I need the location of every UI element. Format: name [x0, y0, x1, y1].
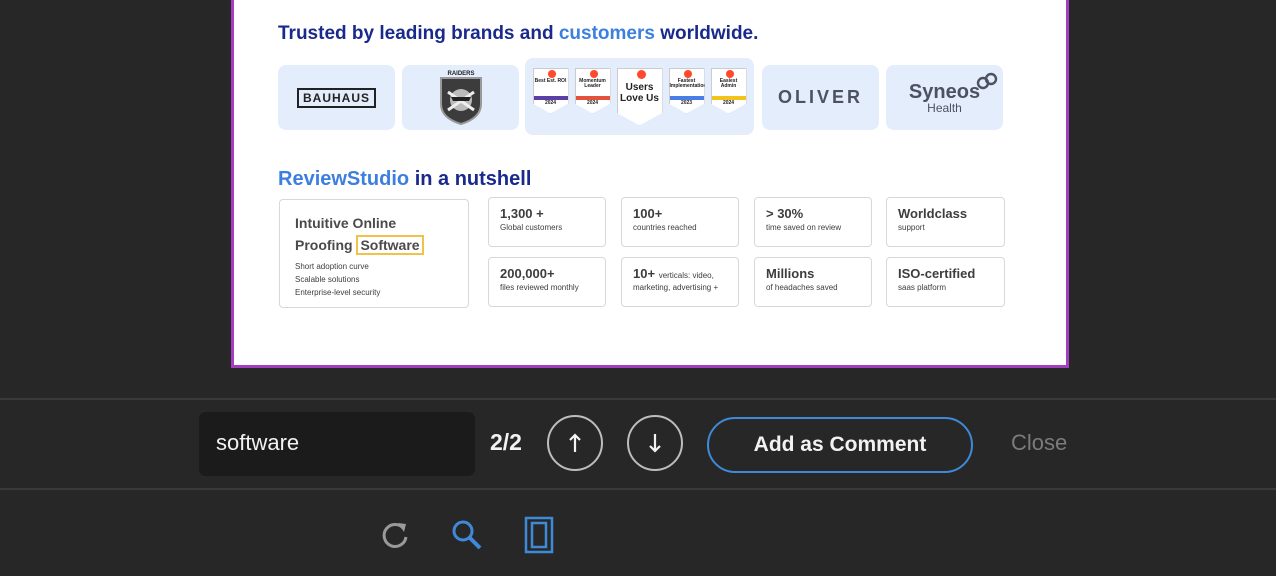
oliver-logo: OLIVER [762, 65, 879, 130]
badge-stripe [575, 95, 610, 100]
trusted-headline: Trusted by leading brands and customers … [278, 23, 759, 44]
page-view-button[interactable] [519, 515, 559, 555]
nutshell-headline: ReviewStudio in a nutshell [278, 168, 532, 190]
stat-card: 100+ countries reached [621, 197, 739, 247]
badge-stripe [533, 95, 568, 100]
g2-icon [636, 69, 646, 79]
badge-year: 2024 [722, 99, 735, 106]
stat-card: 1,300 + Global customers [488, 197, 606, 247]
page-view-icon [524, 516, 554, 554]
search-button[interactable] [447, 515, 487, 555]
findbar-top-divider [0, 398, 1276, 400]
search-input[interactable]: software [199, 412, 475, 476]
svg-text:RAIDERS: RAIDERS [447, 71, 474, 77]
g2-award-badge: Best Est. ROI 2024 [532, 67, 569, 114]
g2-icon [725, 69, 734, 78]
g2-award-badge: Momentum Leader 2024 [574, 67, 611, 114]
arrow-down-icon [649, 434, 661, 453]
g2-award-badge: Easiest Admin 2024 [710, 67, 747, 114]
intro-bullet: Enterprise-level security [295, 288, 381, 297]
g2-award-badge: Fastest Implementation 2023 [668, 67, 707, 114]
refresh-icon [382, 522, 408, 548]
badge-year: 2023 [680, 99, 693, 106]
badge-year: 2024 [586, 99, 599, 106]
g2-badges: Best Est. ROI 2024 Momentum Leader 2024 User… [525, 58, 754, 135]
badge-stripe [711, 95, 746, 100]
badge-label: Best Est. ROI [534, 77, 567, 84]
raiders-logo: RAIDERS [402, 65, 519, 130]
search-icon [452, 520, 482, 550]
intro-bullet: Scalable solutions [295, 275, 360, 284]
intro-card: Intuitive Online Proofing Software Short… [279, 199, 469, 308]
refresh-button[interactable] [375, 515, 415, 555]
document-page: Trusted by leading brands and customers … [231, 0, 1069, 368]
g2-award-badge: Users Love Us [616, 67, 663, 126]
stat-card: Millions of headaches saved [754, 257, 872, 307]
intro-bullet: Short adoption curve [295, 262, 369, 271]
add-as-comment-button[interactable]: Add as Comment [707, 417, 973, 473]
badge-year: 2024 [544, 99, 557, 106]
badge-label: Users Love Us [620, 81, 659, 104]
close-button[interactable]: Close [1011, 430, 1067, 456]
stat-card: 10+ verticals: video, marketing, advertis… [621, 257, 739, 307]
badge-label: Momentum Leader [579, 77, 606, 89]
g2-icon [589, 69, 598, 78]
syneos-logo: Syneos Health [886, 65, 1003, 130]
stat-card: Worldclass support [886, 197, 1005, 247]
search-highlight: Software [356, 235, 424, 255]
previous-match-button[interactable] [547, 415, 603, 471]
badge-stripe [669, 95, 704, 100]
g2-icon [547, 69, 556, 78]
stat-card: ISO-certified saas platform [886, 257, 1005, 307]
stat-card: 200,000+ files reviewed monthly [488, 257, 606, 307]
findbar-bottom-divider [0, 488, 1276, 490]
next-match-button[interactable] [627, 415, 683, 471]
bauhaus-logo: BAUHAUS [278, 65, 395, 130]
stat-card: > 30% time saved on review [754, 197, 872, 247]
badge-label: Easiest Admin [719, 77, 738, 89]
match-counter: 2/2 [490, 429, 522, 455]
badge-label: Fastest Implementation [669, 77, 707, 89]
arrow-up-icon [569, 433, 581, 452]
viewer: Trusted by leading brands and customers … [0, 0, 1276, 576]
g2-icon [683, 69, 692, 78]
